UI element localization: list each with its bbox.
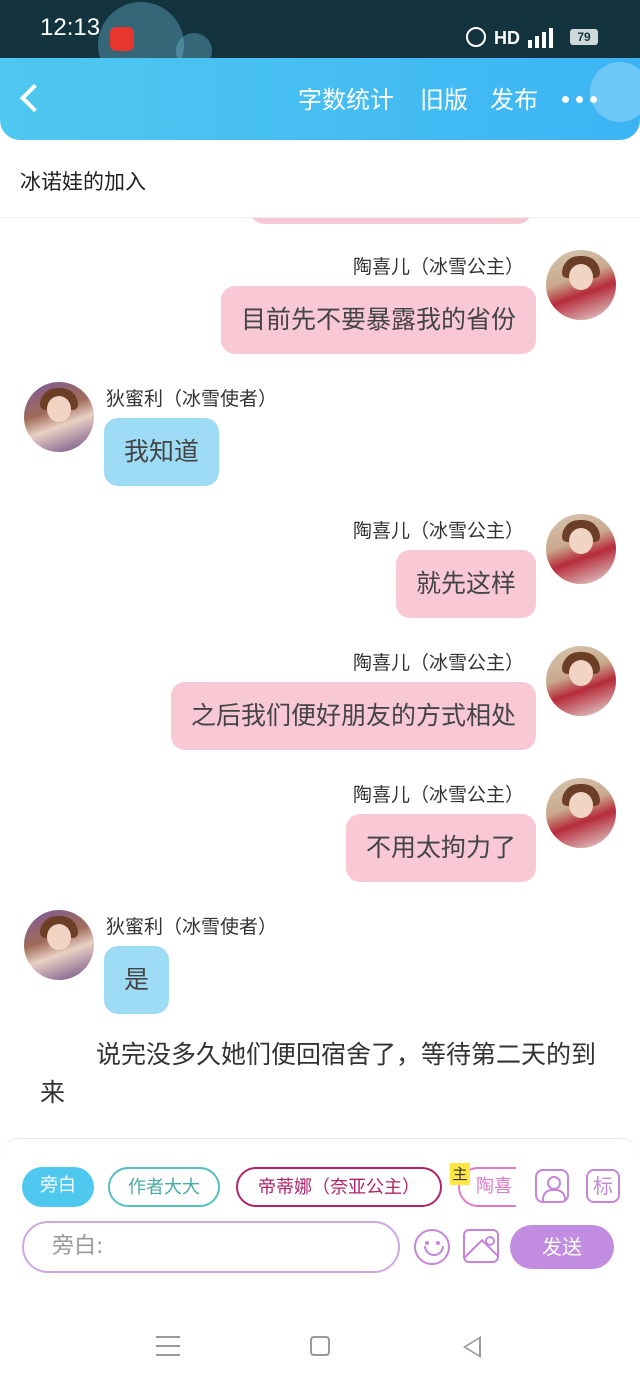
speaker-name: 陶喜儿（冰雪公主） <box>352 520 524 542</box>
message-bubble[interactable]: 就先这样 <box>395 550 536 618</box>
old-version-button[interactable]: 旧版 <box>420 80 468 115</box>
chapter-title-bar: 冰诺娃的加入 <box>0 140 640 218</box>
role-chip-tina[interactable]: 帝蒂娜（奈亚公主） <box>236 1167 442 1207</box>
top-nav-bar: 字数统计 旧版 发布 <box>0 58 640 140</box>
system-nav-bar <box>0 1290 640 1387</box>
recent-apps-icon[interactable] <box>156 1336 180 1363</box>
status-bar: 12:13 HD 79 <box>0 0 640 88</box>
composer-panel: 旁白 作者大大 帝蒂娜（奈亚公主） 陶喜 主 标 旁白: 发送 <box>0 1138 640 1279</box>
avatar[interactable] <box>546 778 616 848</box>
avatar[interactable] <box>546 646 616 716</box>
send-button[interactable]: 发送 <box>510 1225 614 1269</box>
decorative-bubble <box>590 62 640 122</box>
message-bubble[interactable]: 之后我们便好朋友的方式相处 <box>170 682 536 750</box>
signal-icon <box>528 26 553 48</box>
avatar[interactable] <box>546 250 616 320</box>
home-icon[interactable] <box>310 1336 330 1356</box>
avatar[interactable] <box>546 514 616 584</box>
avatar[interactable] <box>24 382 94 452</box>
chat-area[interactable]: 陶喜儿（冰雪公主） 目前先不要暴露我的省份 狄蜜利（冰雪使者） 我知道 陶喜儿（… <box>0 218 640 1138</box>
protagonist-tag: 主 <box>450 1163 470 1185</box>
message-bubble[interactable]: 目前先不要暴露我的省份 <box>220 286 536 354</box>
battery-icon: 79 <box>570 29 598 45</box>
character-manage-icon[interactable] <box>535 1169 569 1203</box>
speaker-name: 陶喜儿（冰雪公主） <box>352 784 524 806</box>
tag-button[interactable]: 标 <box>586 1169 620 1203</box>
publish-button[interactable]: 发布 <box>490 80 538 115</box>
emoji-icon[interactable] <box>414 1229 450 1265</box>
message-bubble[interactable]: 不用太拘力了 <box>345 814 536 882</box>
message-input[interactable]: 旁白: <box>22 1221 400 1273</box>
chapter-title: 冰诺娃的加入 <box>20 170 146 194</box>
image-icon[interactable] <box>463 1229 499 1263</box>
alarm-icon <box>466 27 486 47</box>
clock: 12:13 <box>40 14 101 41</box>
narration-text[interactable]: 说完没多久她们便回宿舍了，等待第二天的到来 <box>40 1036 600 1112</box>
network-hd-label: HD <box>494 28 520 48</box>
speaker-name: 陶喜儿（冰雪公主） <box>352 652 524 674</box>
role-chip-narrator[interactable]: 旁白 <box>22 1167 94 1207</box>
speaker-name: 狄蜜利（冰雪使者） <box>106 388 278 410</box>
system-back-icon[interactable] <box>463 1336 481 1358</box>
message-bubble[interactable]: 我知道 <box>104 418 220 486</box>
back-arrow-icon[interactable] <box>19 83 49 113</box>
speaker-name: 狄蜜利（冰雪使者） <box>106 916 278 938</box>
role-chip-author[interactable]: 作者大大 <box>108 1167 220 1207</box>
previous-message-bubble <box>250 218 532 224</box>
avatar[interactable] <box>24 910 94 980</box>
more-options-icon[interactable] <box>562 96 597 103</box>
speaker-name: 陶喜儿（冰雪公主） <box>352 256 524 278</box>
word-count-button[interactable]: 字数统计 <box>298 80 394 115</box>
role-chip-tao[interactable]: 陶喜 主 <box>450 1163 516 1211</box>
app-notification-icon <box>110 27 134 51</box>
message-bubble[interactable]: 是 <box>104 946 170 1014</box>
